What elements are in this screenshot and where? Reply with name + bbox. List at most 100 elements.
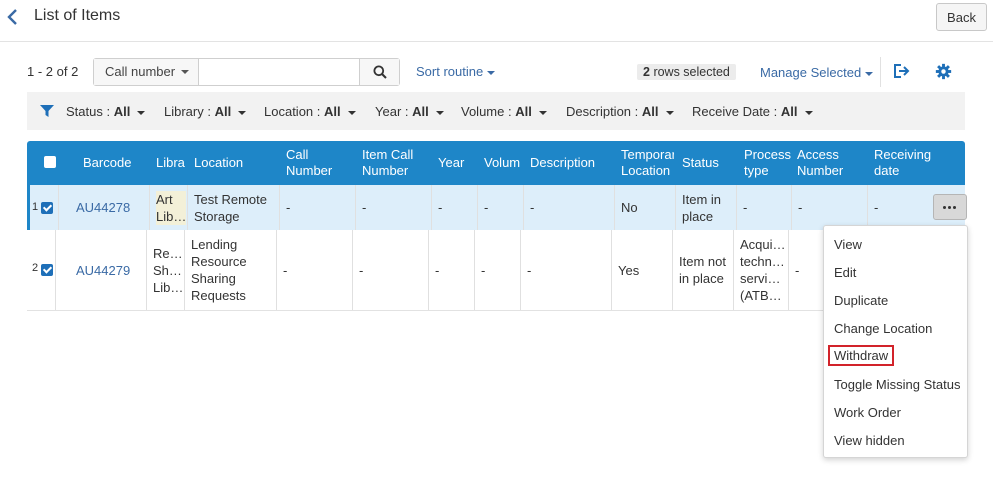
filter-description-value: All [641, 104, 659, 119]
filter-status-value: All [113, 104, 131, 119]
status-cell: Item not in place [673, 230, 734, 310]
column-header-call-number[interactable]: Call Number [286, 141, 351, 185]
row-actions-button[interactable] [933, 194, 967, 220]
location-cell: Lending Resource Sharing Requests [185, 230, 277, 310]
volume-cell: - [475, 230, 521, 310]
search-input[interactable] [199, 59, 359, 85]
column-header-barcode[interactable]: Barcode [83, 141, 147, 185]
more-horizontal-icon [943, 206, 946, 209]
chevron-down-icon [665, 110, 674, 115]
column-header-receiving-date[interactable]: Receiving date [874, 141, 934, 185]
back-arrow-icon[interactable] [6, 7, 20, 27]
menu-item-view[interactable]: View [834, 237, 862, 252]
chevron-down-icon [347, 110, 356, 115]
search-field-label: Call number [105, 64, 176, 79]
top-bar: List of Items Back [0, 0, 993, 42]
column-header-description[interactable]: Description [530, 141, 615, 185]
column-header-year[interactable]: Year [438, 141, 478, 185]
chevron-down-icon [181, 70, 189, 74]
row-checkbox[interactable] [41, 264, 53, 276]
menu-item-change-location[interactable]: Change Location [834, 321, 932, 336]
chevron-down-icon [137, 110, 146, 115]
filter-receive-date-value: All [780, 104, 798, 119]
filter-description-label: Description : [566, 104, 639, 119]
rows-selected-text: rows selected [653, 65, 730, 79]
chevron-down-icon [538, 110, 547, 115]
manage-label: Manage Selected [760, 65, 862, 80]
filter-year-label: Year : [375, 104, 409, 119]
column-header-status[interactable]: Status [682, 141, 737, 185]
item-call-number-cell: - [353, 230, 429, 310]
temporary-location-cell: Yes [612, 230, 673, 310]
receiving-date-cell: - [874, 200, 879, 215]
description-cell: - [521, 230, 612, 310]
process-type-cell: - [737, 185, 792, 230]
filter-year-value: All [412, 104, 429, 119]
column-header-access-number[interactable]: Access Number [797, 141, 867, 185]
menu-item-work-order[interactable]: Work Order [834, 405, 901, 420]
page-title: List of Items [34, 7, 121, 24]
table-header: Barcode Libra Location Call Number Item … [27, 141, 965, 185]
status-cell: Item in place [676, 185, 737, 230]
volume-cell: - [478, 185, 524, 230]
menu-item-withdraw[interactable]: Withdraw [828, 345, 895, 366]
library-value: Art Lib… [156, 190, 187, 225]
row-select-checkbox-cell [37, 185, 59, 230]
column-header-process-type[interactable]: Process type [744, 141, 794, 185]
filter-description[interactable]: Description : All [566, 104, 674, 119]
gear-icon[interactable] [935, 63, 952, 80]
filter-status[interactable]: Status : All [66, 104, 146, 119]
search-icon [373, 65, 387, 79]
search-button[interactable] [359, 59, 399, 85]
filter-library[interactable]: Library : All [164, 104, 247, 119]
divider [880, 57, 881, 87]
menu-item-view-hidden[interactable]: View hidden [834, 433, 905, 448]
rows-selected-count: 2 [643, 65, 650, 79]
search-field-select[interactable]: Call number [94, 59, 199, 85]
select-all-checkbox[interactable] [44, 156, 56, 168]
result-count: 1 - 2 of 2 [27, 64, 79, 79]
chevron-down-icon [435, 110, 444, 115]
location-cell: Test Remote Storage [188, 185, 280, 230]
sort-routine-dropdown[interactable]: Sort routine [416, 64, 496, 79]
year-cell: - [432, 185, 478, 230]
filter-library-label: Library : [164, 104, 211, 119]
column-header-location[interactable]: Location [194, 141, 274, 185]
chevron-down-icon [487, 70, 496, 75]
column-header-volume[interactable]: Volum [484, 141, 521, 185]
filter-library-value: All [214, 104, 232, 119]
filter-bar: Status : All Library : All Location : Al… [27, 92, 965, 130]
call-number-cell: - [280, 185, 356, 230]
temporary-location-cell: No [615, 185, 676, 230]
filter-receive-date-label: Receive Date : [692, 104, 778, 119]
menu-item-toggle-missing-status[interactable]: Toggle Missing Status [834, 377, 960, 392]
row-actions-menu: View Edit Duplicate Change Location With… [823, 225, 968, 458]
manage-selected-dropdown[interactable]: Manage Selected [760, 65, 874, 80]
barcode-link[interactable]: AU44278 [59, 185, 150, 230]
chevron-down-icon [238, 110, 247, 115]
column-header-library[interactable]: Libra [156, 141, 186, 185]
barcode-link[interactable]: AU44279 [56, 230, 147, 310]
filter-year[interactable]: Year : All [375, 104, 444, 119]
chevron-down-icon [804, 110, 813, 115]
row-checkbox[interactable] [41, 201, 53, 214]
filter-location[interactable]: Location : All [264, 104, 356, 119]
library-cell: Re… Sh… Lib… [147, 230, 185, 310]
filter-location-value: All [324, 104, 341, 119]
search-box: Call number [93, 58, 400, 86]
description-cell: - [524, 185, 615, 230]
filter-status-label: Status : [66, 104, 111, 119]
filter-icon [40, 105, 54, 117]
table-row[interactable]: 1 AU44278 Art Lib… Test Remote Storage -… [27, 185, 965, 230]
menu-item-edit[interactable]: Edit [834, 265, 856, 280]
process-type-cell: Acqui… techn… servi… (ATB… [734, 230, 789, 310]
back-button[interactable]: Back [936, 3, 987, 31]
filter-location-label: Location : [264, 104, 321, 119]
rows-selected-badge: 2 rows selected [637, 64, 736, 80]
column-header-item-call-number[interactable]: Item Call Number [362, 141, 432, 185]
filter-receive-date[interactable]: Receive Date : All [692, 104, 813, 119]
export-icon[interactable] [893, 63, 911, 79]
menu-item-duplicate[interactable]: Duplicate [834, 293, 888, 308]
filter-volume[interactable]: Volume : All [461, 104, 547, 119]
column-header-temporary-location[interactable]: Temporar Location [621, 141, 674, 185]
